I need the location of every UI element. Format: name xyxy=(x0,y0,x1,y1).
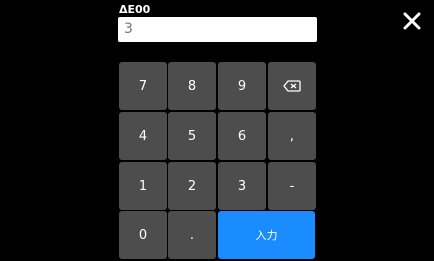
key-0[interactable]: 0 xyxy=(119,211,167,259)
field-label: ΔE00 xyxy=(119,3,151,16)
key-comma[interactable]: , xyxy=(268,112,316,160)
key-dot[interactable]: . xyxy=(168,211,216,259)
close-button[interactable] xyxy=(401,10,423,32)
key-8[interactable]: 8 xyxy=(168,62,216,110)
key-3[interactable]: 3 xyxy=(218,162,266,210)
backspace-button[interactable] xyxy=(268,62,316,110)
close-icon xyxy=(403,12,421,30)
key-minus[interactable]: - xyxy=(268,162,316,210)
key-5[interactable]: 5 xyxy=(168,112,216,160)
key-2[interactable]: 2 xyxy=(168,162,216,210)
key-7[interactable]: 7 xyxy=(119,62,167,110)
key-6[interactable]: 6 xyxy=(218,112,266,160)
backspace-icon xyxy=(283,80,301,92)
value-input[interactable]: 3 xyxy=(118,17,317,42)
key-1[interactable]: 1 xyxy=(119,162,167,210)
key-4[interactable]: 4 xyxy=(119,112,167,160)
key-9[interactable]: 9 xyxy=(218,62,266,110)
enter-button[interactable]: 入力 xyxy=(218,211,315,259)
